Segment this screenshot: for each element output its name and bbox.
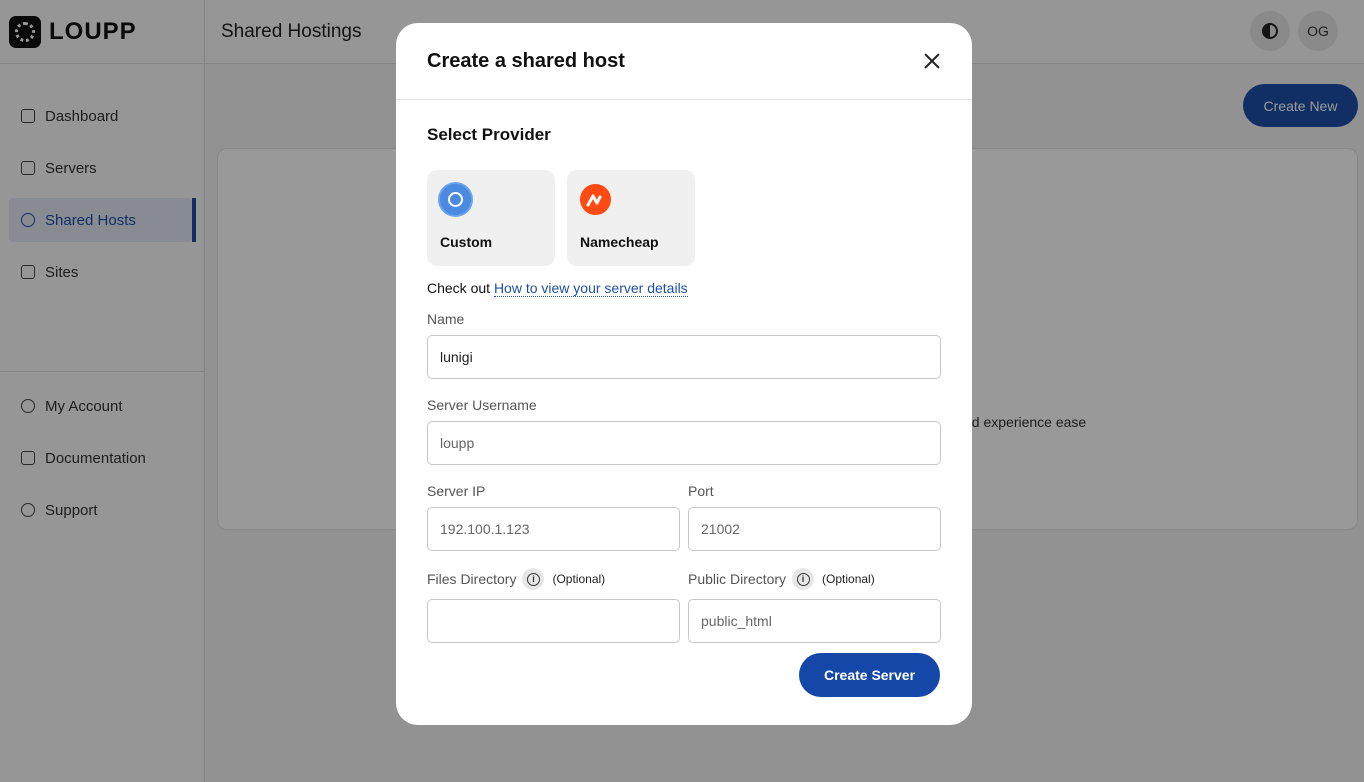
modal-header: Create a shared host [396,23,972,100]
section-title: Select Provider [427,125,551,144]
ip-port-row: Server IP Port [427,481,941,551]
name-label: Name [427,311,465,327]
kubernetes-icon [440,184,471,215]
optional-tag: (Optional) [822,572,875,586]
port-label: Port [688,483,714,499]
files-directory-field-group: Files Directory i (Optional) [427,567,680,643]
server-username-input[interactable] [427,421,941,465]
username-field-group: Server Username [427,395,941,465]
info-icon[interactable]: i [522,568,545,590]
provider-custom[interactable]: Custom [427,170,555,266]
provider-label: Namecheap [580,234,659,250]
server-ip-input[interactable] [427,507,680,551]
provider-list: Custom Namecheap [427,170,941,266]
close-icon[interactable] [922,51,942,71]
public-directory-label-row: Public Directory i (Optional) [688,567,941,591]
files-directory-input[interactable] [427,599,680,643]
public-directory-field-group: Public Directory i (Optional) [688,567,941,643]
info-icon[interactable]: i [792,568,815,590]
provider-namecheap[interactable]: Namecheap [567,170,695,266]
modal-title: Create a shared host [427,49,625,72]
name-input[interactable] [427,335,941,379]
port-input[interactable] [688,507,941,551]
optional-tag: (Optional) [552,572,606,586]
directories-row: Files Directory i (Optional) Public Dire… [427,567,941,643]
create-shared-host-modal: Create a shared host Select Provider Cus… [396,23,972,725]
server-ip-field-group: Server IP [427,481,680,551]
namecheap-icon [580,184,611,215]
create-server-button[interactable]: Create Server [799,653,940,697]
public-directory-input[interactable] [688,599,941,643]
server-username-label: Server Username [427,397,537,413]
port-field-group: Port [688,481,941,551]
server-details-help-link[interactable]: How to view your server details [493,280,688,297]
files-directory-label: Files Directory [427,571,517,587]
help-text-prefix: Check out [427,280,491,296]
files-directory-label-row: Files Directory i (Optional) [427,567,680,591]
public-directory-label: Public Directory [688,571,787,587]
provider-label: Custom [440,234,493,250]
name-field-group: Name [427,309,941,379]
modal-body: Select Provider Custom Namecheap Check o… [396,125,972,643]
help-text: Check out How to view your server detail… [427,280,941,297]
server-ip-label: Server IP [427,483,486,499]
